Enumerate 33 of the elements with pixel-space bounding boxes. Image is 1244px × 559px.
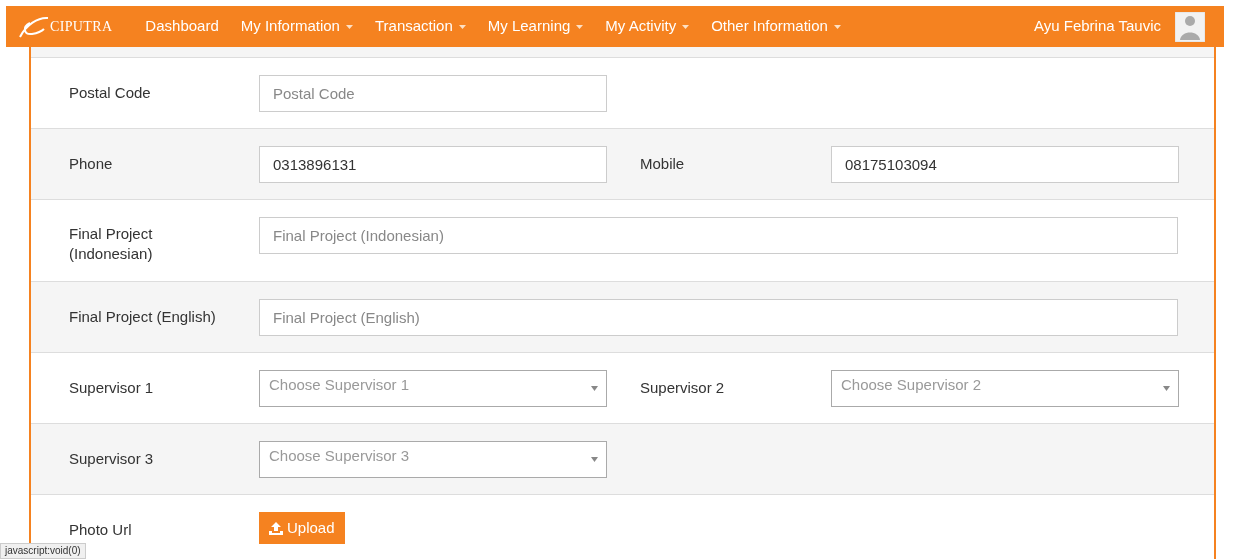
- field-label: Phone: [69, 154, 114, 174]
- field-label: Photo Url: [69, 520, 133, 540]
- text-field[interactable]: Final Project (Indonesian): [259, 217, 1178, 254]
- nav-link[interactable]: Dashboard: [134, 15, 230, 38]
- status-bar: javascript:void(0): [0, 543, 86, 559]
- dropdown-arrow-icon: [591, 456, 598, 462]
- dropdown-arrow-icon: [591, 385, 598, 391]
- field-label: Supervisor 3: [69, 449, 155, 469]
- dropdown-menu[interactable]: Other Information: [700, 15, 852, 38]
- select-field[interactable]: Choose Supervisor 3: [259, 440, 607, 478]
- dropdown-menu[interactable]: My Information: [229, 15, 364, 38]
- select-field[interactable]: Choose Supervisor 2: [831, 369, 1179, 407]
- text-field[interactable]: 08175103094: [831, 145, 1179, 183]
- text-field[interactable]: 0313896131: [259, 145, 607, 183]
- text-field[interactable]: Postal Code: [259, 74, 607, 112]
- dropdown-arrow-icon: [1163, 385, 1170, 391]
- field-label: Postal Code: [69, 83, 152, 103]
- logo-swoosh-icon: [16, 14, 50, 39]
- field-label: Supervisor 1: [69, 378, 155, 398]
- field-label: Final Project (English): [69, 307, 217, 327]
- field-label: Mobile: [640, 154, 686, 174]
- select-field[interactable]: Choose Supervisor 1: [259, 369, 607, 407]
- dropdown-menu[interactable]: Transaction: [363, 15, 477, 38]
- field-label: Final Project (Indonesian): [69, 224, 154, 264]
- upload-button[interactable]: Upload: [259, 512, 345, 544]
- text-field[interactable]: Final Project (English): [259, 298, 1178, 336]
- brand-name[interactable]: CIPUTRA: [50, 16, 113, 37]
- field-label: Supervisor 2: [640, 378, 726, 398]
- dropdown-menu[interactable]: My Activity: [594, 15, 701, 38]
- avatar-icon[interactable]: [1175, 11, 1205, 42]
- upload-icon: [269, 521, 283, 535]
- dropdown-menu[interactable]: My Learning: [476, 15, 595, 38]
- user-name[interactable]: Ayu Febrina Tauvic: [1033, 15, 1161, 38]
